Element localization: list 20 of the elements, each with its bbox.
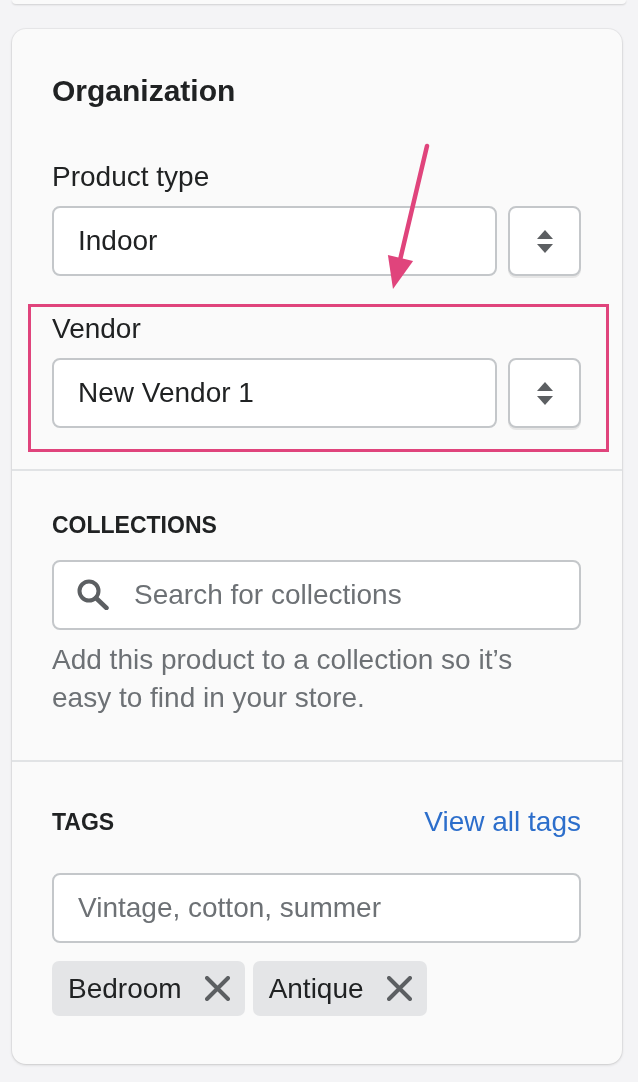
close-icon[interactable]: [204, 976, 230, 1001]
tag-label: Antique: [268, 971, 364, 1006]
tag-label: Bedroom: [68, 971, 182, 1006]
dropdown-button[interactable]: [508, 206, 581, 276]
sort-arrows-icon: [536, 381, 553, 405]
select-field[interactable]: New Vendor 1: [52, 358, 497, 428]
select-field[interactable]: Indoor: [52, 206, 497, 276]
tags-input[interactable]: Vintage, cotton, summer: [52, 873, 581, 943]
section-heading: COLLECTIONS: [52, 511, 218, 540]
close-icon[interactable]: [386, 976, 412, 1001]
view-all-tags-link[interactable]: View all tags: [424, 806, 581, 838]
dropdown-button[interactable]: [508, 358, 581, 428]
section-title: Organization: [52, 73, 237, 109]
field-label: Vendor: [52, 312, 142, 346]
field-label: Product type: [52, 160, 211, 194]
search-field[interactable]: Search for collections: [52, 560, 581, 630]
search-icon: [77, 579, 109, 610]
sort-arrows-icon: [536, 229, 553, 253]
section-heading: TAGS: [52, 808, 115, 837]
help-text: Add this product to a collection so it’s easy to find in your store.: [52, 643, 514, 715]
